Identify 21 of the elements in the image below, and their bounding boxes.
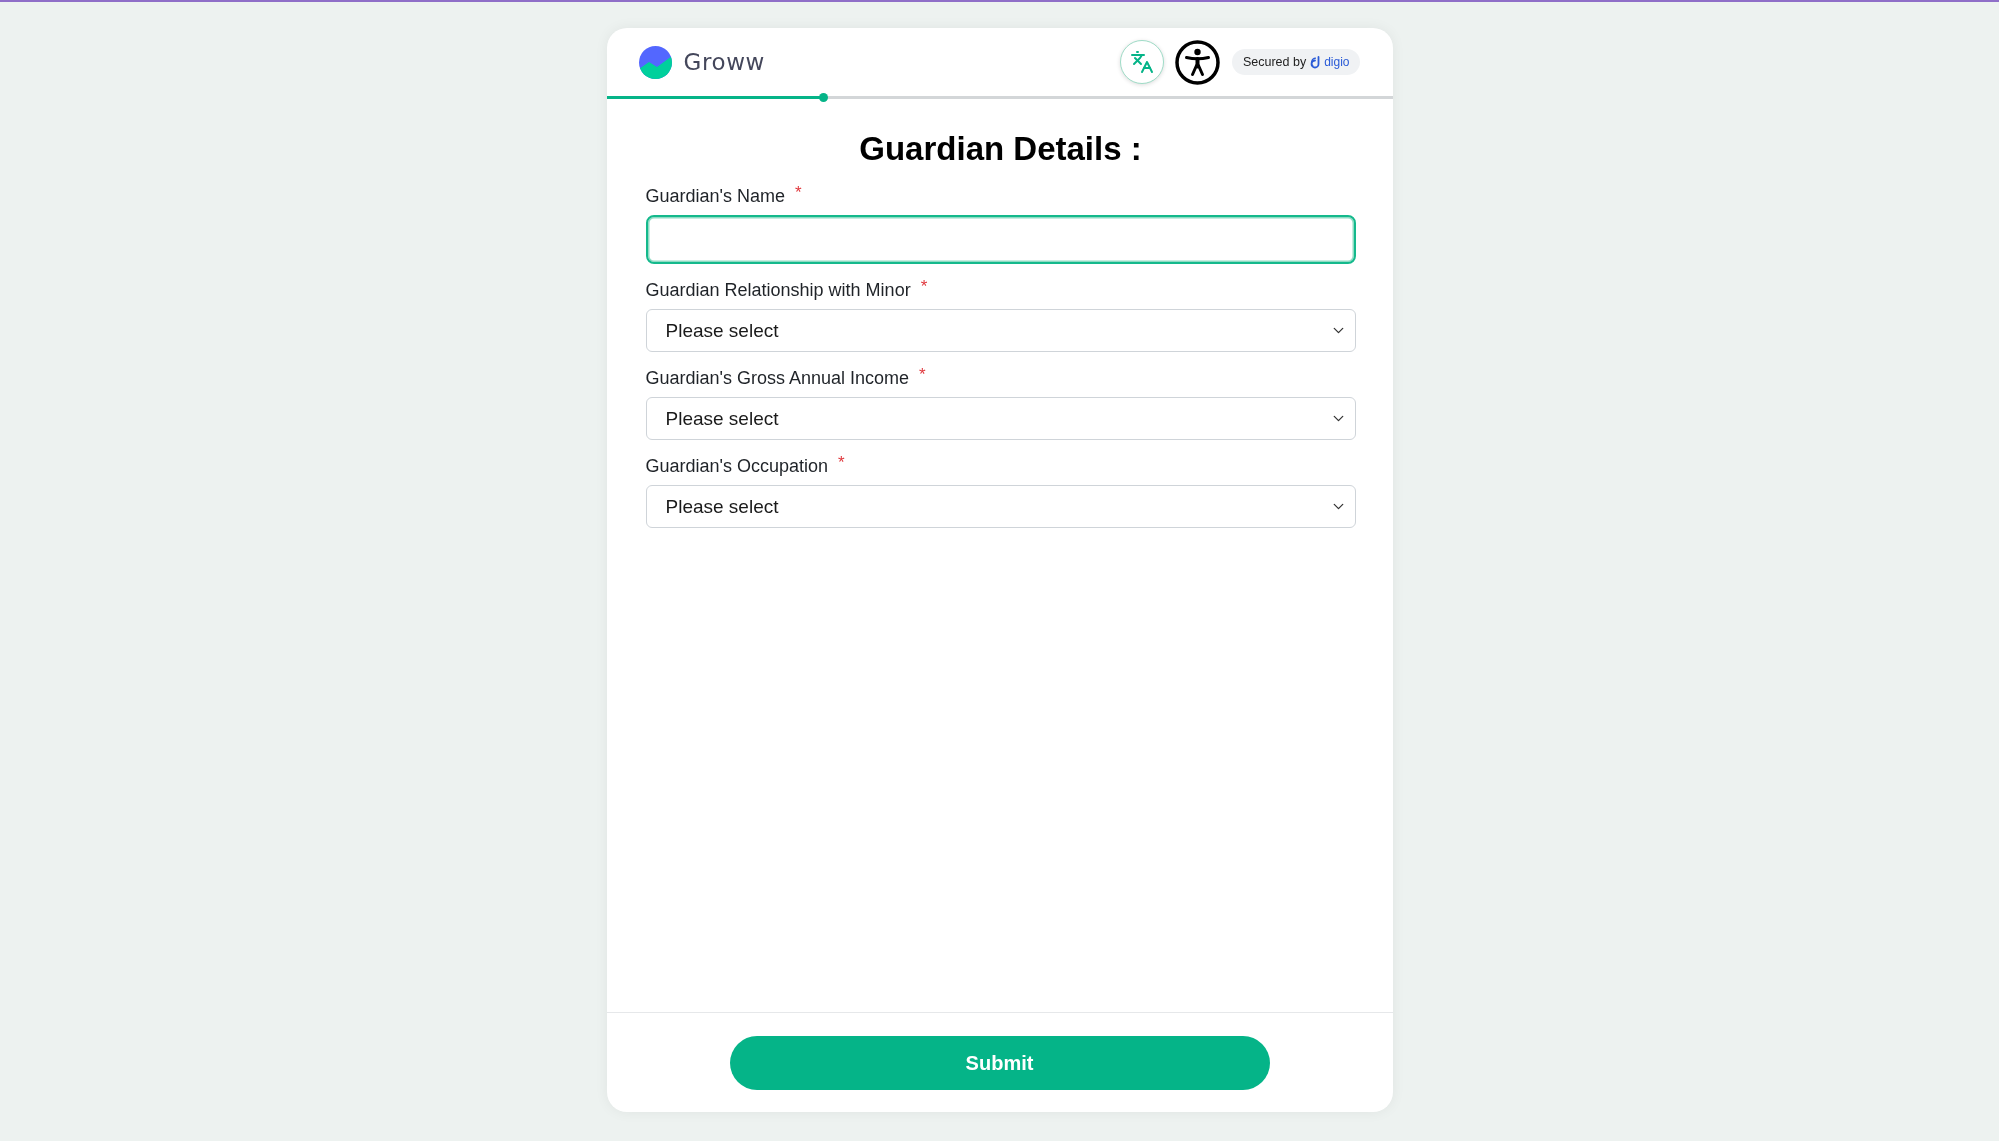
field-label: Guardian's Gross Annual Income [645, 367, 910, 389]
badge-brand: digio [1324, 55, 1350, 69]
translate-icon [1129, 50, 1154, 74]
dropdown-field[interactable]: Please select [645, 309, 1356, 352]
accessibility-icon[interactable] [1174, 39, 1220, 85]
required-mark: * [920, 279, 928, 295]
dropdown-field[interactable]: Please select [645, 485, 1356, 528]
brand-name: Groww [683, 48, 765, 76]
field-label: Guardian's Occupation [645, 455, 829, 477]
page-title: Guardian Details : [858, 129, 1143, 169]
dropdown-field[interactable]: Please select [645, 397, 1356, 440]
progress-dot-icon [818, 93, 828, 102]
logo-icon [638, 45, 672, 79]
required-mark: * [795, 185, 802, 201]
language-button[interactable] [1119, 40, 1164, 84]
field-label: Guardian Relationship with Minor [645, 279, 911, 301]
required-mark: * [919, 367, 926, 383]
badge-text: Secured by [1242, 55, 1307, 69]
field-label: Guardian's Name [645, 185, 785, 207]
required-mark: * [838, 455, 845, 471]
text-input-field[interactable] [645, 215, 1356, 264]
